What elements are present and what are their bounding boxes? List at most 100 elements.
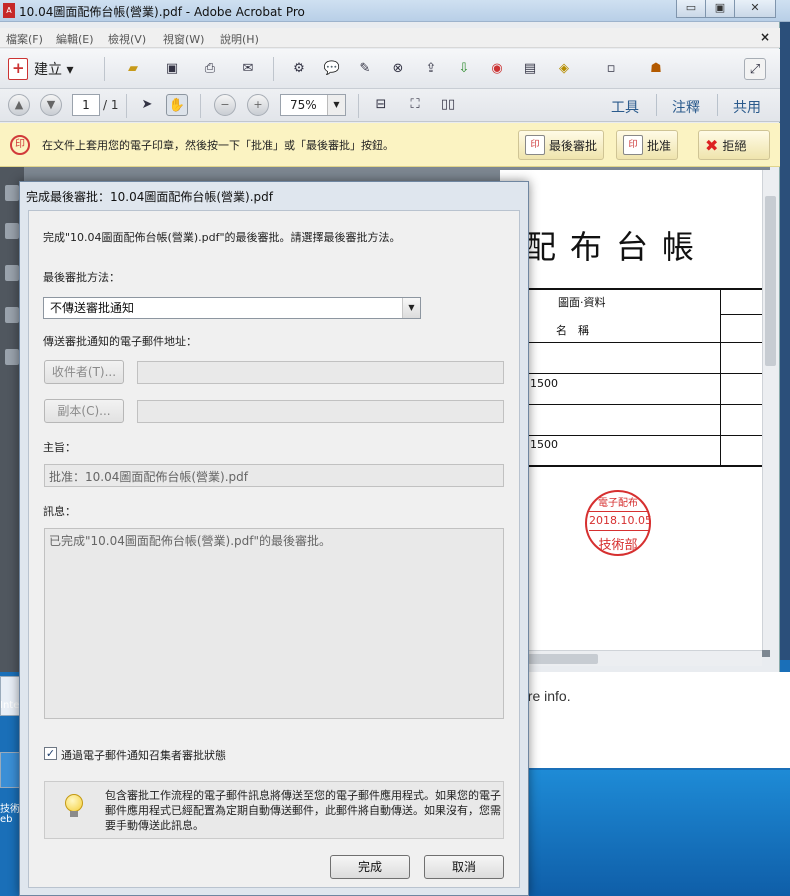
table-cell: 1500 bbox=[530, 377, 558, 390]
open-folder-icon[interactable]: ▰ bbox=[122, 58, 144, 80]
email-icon[interactable]: ✉ bbox=[237, 58, 259, 80]
menu-bar: 檔案(F) 編輯(E) 檢視(V) 視窗(W) 說明(H) × bbox=[0, 28, 780, 48]
stamp-red-icon[interactable]: ◉ bbox=[486, 58, 508, 80]
minimize-button[interactable]: ▭ bbox=[676, 0, 706, 18]
subject-field[interactable]: 批准：10.04圖面配佈台帳(營業).pdf bbox=[44, 464, 504, 487]
tools-panel-link[interactable]: 工具 bbox=[611, 97, 639, 117]
method-label: 最後審批方法： bbox=[43, 271, 120, 284]
document-title: 配布台帳 bbox=[524, 228, 709, 266]
create-button[interactable]: 建立 ▾ bbox=[8, 57, 73, 81]
title-bar[interactable]: A 10.04圖面配佈台帳(營業).pdf - Adobe Acrobat Pr… bbox=[0, 0, 790, 22]
table-cell-2: 1500 bbox=[530, 438, 558, 451]
seal-department: 技術部 bbox=[598, 538, 638, 553]
page-thumbnails-icon[interactable] bbox=[5, 185, 19, 201]
seal-date: 2018.10.05 bbox=[589, 511, 652, 531]
menu-help[interactable]: 說明(H) bbox=[220, 31, 259, 47]
chevron-down-icon: ▼ bbox=[327, 95, 345, 115]
table-hline-3 bbox=[500, 404, 762, 405]
subject-label: 主旨： bbox=[43, 441, 76, 454]
zoom-value: 75% bbox=[290, 98, 317, 112]
cc-button[interactable]: 副本(C)... bbox=[44, 399, 124, 423]
page-number-input[interactable]: 1 bbox=[72, 94, 100, 116]
close-document-icon[interactable]: × bbox=[760, 30, 770, 44]
comment-panel-link[interactable]: 注釋 bbox=[672, 97, 700, 117]
message-field[interactable]: 已完成"10.04圖面配佈台帳(營業).pdf"的最後審批。 bbox=[44, 528, 504, 719]
select-tool-icon[interactable]: ➤ bbox=[136, 94, 158, 116]
previous-page-icon[interactable]: ▲ bbox=[8, 94, 30, 116]
horizontal-scrollbar[interactable] bbox=[500, 650, 762, 666]
menu-file[interactable]: 檔案(F) bbox=[6, 31, 43, 47]
cancel-button[interactable]: 取消 bbox=[424, 855, 504, 879]
electronic-seal-stamp: 電子配布 2018.10.05 技術部 bbox=[585, 490, 652, 556]
insert-icon[interactable]: ⇩ bbox=[453, 58, 475, 80]
menu-window[interactable]: 視窗(W) bbox=[163, 31, 204, 47]
email-address-label: 傳送審批通知的電子郵件地址： bbox=[43, 335, 197, 348]
comment-icon[interactable]: 💬 bbox=[321, 58, 343, 80]
menu-edit[interactable]: 編輯(E) bbox=[56, 31, 94, 47]
create-pdf-icon bbox=[8, 58, 28, 80]
page-total: / 1 bbox=[103, 98, 119, 112]
fit-width-icon[interactable]: ⛶ bbox=[404, 94, 426, 116]
table-hline-a bbox=[720, 314, 762, 315]
two-page-view-icon[interactable]: ▯▯ bbox=[437, 94, 459, 116]
scrollbar-thumb-h[interactable] bbox=[528, 654, 598, 664]
final-approve-button[interactable]: 印 最後審批 bbox=[518, 130, 605, 160]
reject-label: 拒絕 bbox=[722, 138, 747, 153]
save-icon[interactable]: ▣ bbox=[161, 58, 183, 80]
final-approve-label: 最後審批 bbox=[549, 138, 598, 153]
desktop-shortcut-label-3: eb bbox=[0, 814, 13, 825]
share-panel-link[interactable]: 共用 bbox=[733, 97, 761, 117]
printer2-icon[interactable]: ▤ bbox=[519, 58, 541, 80]
done-button[interactable]: 完成 bbox=[330, 855, 410, 879]
ie-icon[interactable] bbox=[0, 752, 20, 788]
main-toolbar: 建立 ▾ ▰ ▣ ⎙ ✉ ⚙ 💬 ✎ ⊗ ⇪ ⇩ ◉ ▤ ◈ ▫ ☗ ⤢ bbox=[0, 49, 780, 89]
print-icon[interactable]: ⎙ bbox=[199, 58, 221, 80]
table-header-1: 圖面·資料 bbox=[558, 296, 606, 309]
approval-method-value: 不傳送審批通知 bbox=[50, 301, 135, 315]
settings-icon[interactable]: ⚙ bbox=[288, 58, 310, 80]
table-header-2: 名 稱 bbox=[556, 324, 589, 337]
tool-options-icon[interactable]: ▫ bbox=[600, 58, 622, 80]
final-approval-dialog: 完成最後審批：10.04圖面配佈台帳(營業).pdf 完成"10.04圖面配佈台… bbox=[19, 181, 529, 896]
table-border-bottom bbox=[500, 465, 762, 467]
navigation-toolbar: ▲ ▼ 1 / 1 ➤ ✋ − + 75% ▼ ⊟ ⛶ ▯▯ 工具 注釋 共用 bbox=[0, 89, 780, 122]
attachments-icon[interactable] bbox=[5, 265, 19, 281]
scrollbar-thumb[interactable] bbox=[765, 196, 776, 366]
notify-checkbox[interactable]: ✓ bbox=[44, 747, 57, 760]
fit-page-icon[interactable]: ⊟ bbox=[370, 94, 392, 116]
reject-button[interactable]: ✖ 拒絕 bbox=[698, 130, 770, 160]
to-field[interactable] bbox=[137, 361, 504, 384]
next-page-icon[interactable]: ▼ bbox=[40, 94, 62, 116]
sign-icon[interactable]: ◈ bbox=[553, 58, 575, 80]
toolbar-separator-3 bbox=[126, 94, 127, 118]
desktop-shortcut-label-2: 技術 bbox=[0, 804, 20, 815]
expand-icon[interactable]: ⤢ bbox=[744, 58, 766, 80]
vertical-scrollbar[interactable] bbox=[762, 170, 778, 650]
stamp-icon: 印 bbox=[10, 135, 30, 155]
signatures-icon[interactable] bbox=[5, 307, 19, 323]
seal-line-1: 電子配布 bbox=[598, 498, 638, 509]
reject-x-icon: ✖ bbox=[705, 135, 719, 155]
to-button[interactable]: 收件者(T)... bbox=[44, 360, 124, 384]
toolbar-separator-4 bbox=[200, 94, 201, 118]
zoom-out-icon[interactable]: − bbox=[214, 94, 236, 116]
menu-view[interactable]: 檢視(V) bbox=[108, 31, 146, 47]
restore-button[interactable]: ▣ bbox=[705, 0, 735, 18]
delete-page-icon[interactable]: ⊗ bbox=[387, 58, 409, 80]
toolbar-separator-5 bbox=[358, 94, 359, 118]
approval-message-bar: 印 在文件上套用您的電子印章，然後按一下「批准」或「最後審批」按鈕。 印 最後審… bbox=[0, 123, 780, 167]
export-icon[interactable]: ⇪ bbox=[420, 58, 442, 80]
background-window bbox=[520, 672, 790, 768]
highlight-icon[interactable]: ✎ bbox=[354, 58, 376, 80]
cc-field[interactable] bbox=[137, 400, 504, 423]
bookmarks-icon[interactable] bbox=[5, 223, 19, 239]
panel-separator bbox=[656, 94, 657, 116]
approve-user-icon[interactable]: ☗ bbox=[645, 58, 667, 80]
approval-method-select[interactable]: 不傳送審批通知 ▼ bbox=[43, 297, 421, 319]
hand-tool-icon[interactable]: ✋ bbox=[166, 94, 188, 116]
zoom-in-icon[interactable]: + bbox=[247, 94, 269, 116]
layers-icon[interactable] bbox=[5, 349, 19, 365]
zoom-select[interactable]: 75% ▼ bbox=[280, 94, 346, 116]
close-window-button[interactable]: ✕ bbox=[734, 0, 776, 18]
approve-button[interactable]: 印 批准 bbox=[616, 130, 679, 160]
